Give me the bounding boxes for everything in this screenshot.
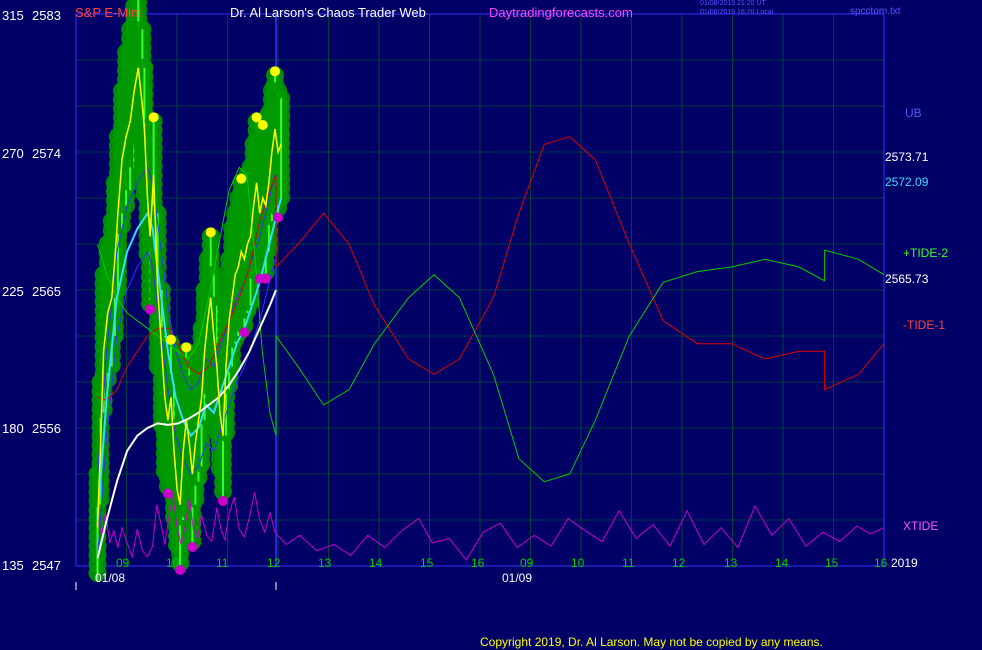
x-tick-label: 11 xyxy=(622,556,635,570)
x-tick-label: 12 xyxy=(672,556,686,570)
year-label: 2019 xyxy=(891,556,918,570)
tide-plus-label: +TIDE-2 xyxy=(903,246,949,260)
ub-label: UB xyxy=(905,106,922,120)
date-label-day1: 01/08 xyxy=(95,571,126,585)
instrument-label: S&P E-Mini xyxy=(75,5,142,20)
y-angle-label: 135 xyxy=(2,558,24,573)
y-angle-label: 270 xyxy=(2,146,24,161)
y-angle-label: 315 xyxy=(2,8,24,23)
site-link[interactable]: Daytradingforecasts.com xyxy=(489,5,633,20)
y-angle-label: 180 xyxy=(2,421,24,436)
x-tick-label: 09 xyxy=(116,556,130,570)
swing-high-marker xyxy=(257,120,268,130)
swing-low-marker xyxy=(217,496,228,506)
swing-low-marker xyxy=(145,304,156,315)
chart-title: Dr. Al Larson's Chaos Trader Web xyxy=(230,5,426,20)
xtide-label: XTIDE xyxy=(903,519,939,533)
y-price-label: 2583 xyxy=(32,8,61,23)
swing-high-marker xyxy=(181,342,192,353)
swing-high-marker xyxy=(165,334,176,345)
y-angle-label: 225 xyxy=(2,284,24,299)
x-tick-label: 15 xyxy=(420,556,434,570)
copyright-notice: Copyright 2019, Dr. Al Larson. May not b… xyxy=(480,635,823,649)
x-tick-label: 14 xyxy=(775,556,789,570)
swing-low-marker xyxy=(273,212,284,223)
x-tick-label: 15 xyxy=(825,556,839,570)
x-tick-label: 11 xyxy=(216,556,229,570)
x-tick-label: 10 xyxy=(166,556,180,570)
x-tick-label: 16 xyxy=(471,556,485,570)
swing-low-marker xyxy=(187,542,198,552)
x-tick-label: 13 xyxy=(724,556,738,570)
x-tick-label: 14 xyxy=(369,556,383,570)
price-value-label: 2565.73 xyxy=(885,272,929,286)
swing-low-marker xyxy=(260,273,271,284)
x-tick-label: 12 xyxy=(267,556,281,570)
timestamp-ut: 01/08/2019 21:20 UT xyxy=(700,0,766,7)
swing-high-marker xyxy=(205,227,216,238)
y-price-label: 2565 xyxy=(32,284,61,299)
x-tick-label: 13 xyxy=(318,556,332,570)
date-label-day2: 01/09 xyxy=(502,571,533,585)
xtide-line xyxy=(97,492,885,561)
x-tick-label: 09 xyxy=(520,556,534,570)
y-price-label: 2547 xyxy=(32,558,61,573)
price-value-label: 2572.09 xyxy=(885,175,929,189)
swing-low-marker xyxy=(239,327,250,338)
file-label: spcctom.txt xyxy=(850,6,901,17)
swing-high-marker xyxy=(236,173,247,184)
series-layer xyxy=(88,0,885,582)
timestamp-local: 01/08/2019 16:20 Local xyxy=(700,9,774,16)
swing-high-marker xyxy=(270,66,280,77)
swing-low-marker xyxy=(162,488,173,499)
x-tick-label: 10 xyxy=(571,556,585,570)
y-price-label: 2574 xyxy=(32,146,61,161)
swing-high-marker xyxy=(148,112,159,123)
price-value-label: 2573.71 xyxy=(885,150,929,164)
chaos-chart xyxy=(75,0,885,590)
tide-minus-label: -TIDE-1 xyxy=(903,318,945,332)
x-tick-label: 16 xyxy=(874,556,888,570)
y-price-label: 2556 xyxy=(32,421,61,436)
